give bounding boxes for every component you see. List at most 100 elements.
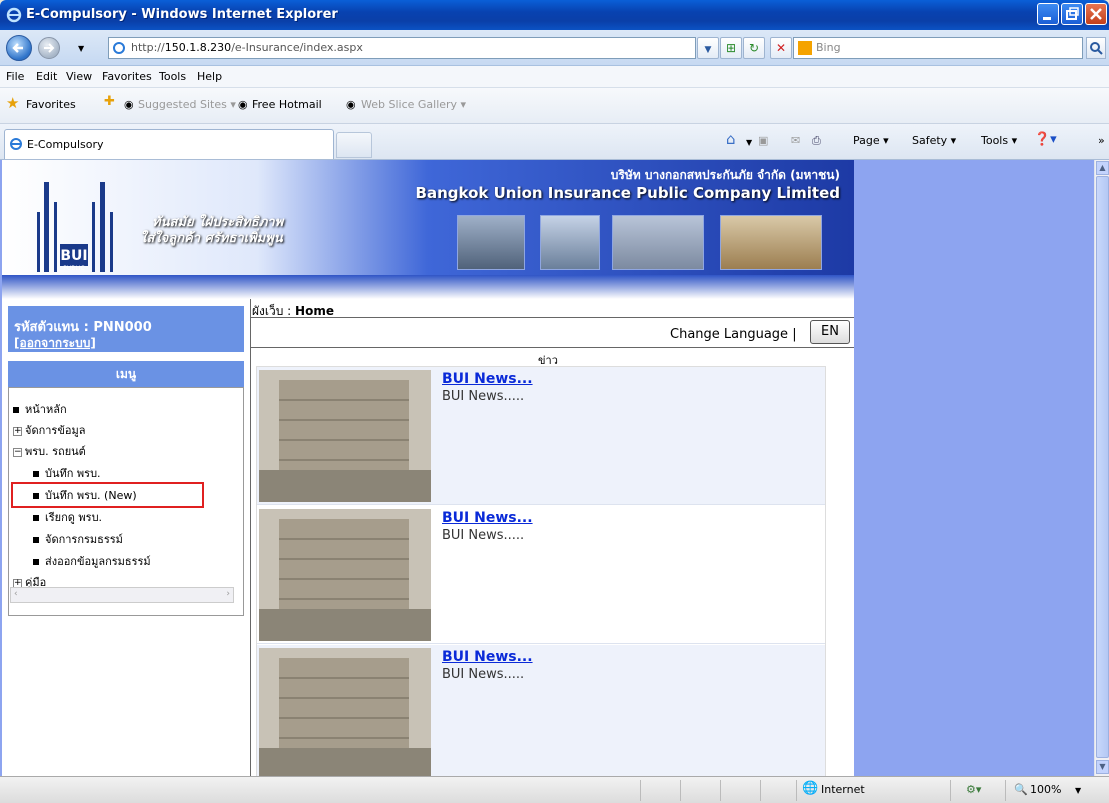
news-thumbnail [259, 509, 431, 641]
close-icon [1090, 8, 1102, 20]
address-input[interactable]: http://150.1.8.230/e-Insurance/index.asp… [108, 37, 696, 59]
menu-file[interactable]: File [6, 70, 24, 83]
menu-item-export-policy[interactable]: ส่งออกข้อมูลกรมธรรม์ [33, 552, 151, 570]
menu-item-view[interactable]: เรียกดู พรบ. [33, 508, 102, 526]
chevron-more-icon[interactable]: » [1098, 134, 1105, 147]
menu-item-home[interactable]: หน้าหลัก [13, 400, 67, 418]
scroll-right-icon[interactable]: › [226, 589, 230, 599]
banner-stripe [2, 275, 854, 299]
expand-icon[interactable]: + [13, 426, 22, 436]
address-dropdown-button[interactable]: ▼ [697, 37, 719, 59]
search-input[interactable]: Bing [793, 37, 1083, 59]
close-window-button[interactable] [1085, 3, 1107, 25]
stop-button[interactable]: ✕ [770, 37, 792, 59]
menu-view[interactable]: View [66, 70, 92, 83]
web-page: BUI PUBLIC ทันสมัย ใฝ่ประสิทธิภาพ ใส่ใจล… [2, 160, 854, 776]
bullet-icon [33, 471, 39, 477]
divider [250, 317, 854, 318]
favorites-bar: ★ Favorites ✚ ◉ Suggested Sites ▾ ◉ Free… [0, 88, 1109, 124]
menu-item-compulsory[interactable]: − พรบ. รถยนต์ [13, 442, 86, 460]
divider [720, 780, 721, 801]
arrow-right-icon [44, 43, 55, 53]
refresh-icon: ↻ [748, 41, 760, 55]
menu-favorites[interactable]: Favorites [102, 70, 152, 83]
bing-icon [798, 41, 812, 55]
restore-button[interactable] [1061, 3, 1083, 25]
internet-explorer-icon [10, 138, 22, 150]
refresh-button[interactable]: ↻ [743, 37, 765, 59]
news-summary: BUI News..... [442, 528, 525, 543]
back-button[interactable] [6, 35, 32, 61]
menu-item-manage-policy[interactable]: จัดการกรมธรรม์ [33, 530, 123, 548]
fav-web-slice-gallery[interactable]: Web Slice Gallery ▾ [361, 98, 466, 111]
zoom-level[interactable]: 100% [1030, 783, 1061, 796]
add-favorite-icon[interactable]: ✚ [104, 94, 115, 109]
page-icon [113, 42, 125, 54]
menu-tools[interactable]: Tools [159, 70, 186, 83]
fav-suggested-sites[interactable]: Suggested Sites ▾ [138, 98, 236, 111]
logout-link[interactable]: [ออกจากระบบ] [14, 334, 96, 353]
bullet-icon [33, 515, 39, 521]
tab-e-compulsory[interactable]: E-Compulsory [4, 129, 334, 159]
divider [950, 780, 951, 801]
history-dropdown-icon[interactable]: ▼ [78, 44, 84, 53]
highlight-box [11, 482, 204, 508]
menu-edit[interactable]: Edit [36, 70, 57, 83]
mail-icon[interactable]: ✉ [791, 134, 800, 147]
search-button[interactable] [1086, 37, 1106, 59]
chevron-down-icon[interactable]: ▼ [1075, 786, 1081, 795]
print-icon[interactable]: ⎙ [812, 134, 821, 148]
scroll-left-icon[interactable]: ‹ [14, 589, 18, 599]
protected-mode-icon[interactable]: ⚙▾ [966, 783, 981, 796]
scroll-down-icon[interactable]: ▼ [1096, 760, 1109, 774]
favorites-button[interactable]: Favorites [26, 98, 76, 111]
page-menu[interactable]: Page ▾ [853, 134, 889, 147]
chevron-down-icon: ▼ [704, 45, 712, 55]
ie-page-icon: ◉ [238, 98, 248, 111]
chevron-down-icon[interactable]: ▼ [746, 138, 752, 147]
help-icon[interactable]: ❓▾ [1034, 132, 1057, 147]
menu-item-record[interactable]: บันทึก พรบ. [33, 464, 101, 482]
news-title-link[interactable]: BUI News... [442, 510, 533, 526]
slogan: ทันสมัย ใฝ่ประสิทธิภาพ ใส่ใจลูกค้า ศรัทธ… [140, 215, 284, 246]
address-url: http://150.1.8.230/e-Insurance/index.asp… [131, 41, 363, 54]
home-icon[interactable]: ⌂ [726, 130, 736, 148]
news-title-link[interactable]: BUI News... [442, 649, 533, 665]
news-title-link[interactable]: BUI News... [442, 371, 533, 387]
collapse-icon[interactable]: − [13, 447, 22, 457]
fav-free-hotmail[interactable]: Free Hotmail [252, 98, 322, 111]
breadcrumb: ผังเว็บ : Home [252, 304, 334, 318]
feeds-icon[interactable]: ▣ [758, 134, 768, 147]
compatibility-icon: ⊞ [725, 41, 737, 55]
language-en-button[interactable]: EN [810, 320, 850, 344]
svg-text:BUI: BUI [60, 248, 87, 264]
minimize-button[interactable] [1037, 3, 1059, 25]
window-title: E-Compulsory - Windows Internet Explorer [26, 7, 338, 22]
page-vertical-scrollbar[interactable]: ▲ ▼ [1094, 160, 1109, 776]
favorites-star-icon: ★ [6, 94, 20, 112]
forward-button[interactable] [38, 37, 60, 59]
news-summary: BUI News..... [442, 389, 525, 404]
address-bar: ▼ http://150.1.8.230/e-Insurance/index.a… [0, 30, 1109, 66]
divider [1005, 780, 1006, 801]
safety-menu[interactable]: Safety ▾ [912, 134, 956, 147]
bullet-icon [33, 559, 39, 565]
news-summary: BUI News..... [442, 667, 525, 682]
scrollbar-thumb[interactable] [1096, 176, 1109, 758]
globe-icon: 🌐 [802, 781, 819, 796]
change-language-label: Change Language | [670, 327, 797, 342]
ie-page-icon: ◉ [124, 98, 134, 111]
zoom-icon[interactable]: 🔍 [1014, 783, 1028, 796]
search-icon [1090, 42, 1103, 55]
arrow-left-icon [12, 43, 23, 53]
menu-help[interactable]: Help [197, 70, 222, 83]
menu-heading: เมนู [8, 361, 244, 387]
new-tab-button[interactable] [336, 132, 372, 158]
compatibility-view-button[interactable]: ⊞ [720, 37, 742, 59]
menu-horizontal-scrollbar[interactable]: ‹ › [10, 587, 234, 603]
banner-photo-harbor [540, 215, 600, 270]
news-thumbnail [259, 648, 431, 776]
menu-item-manage-data[interactable]: + จัดการข้อมูล [13, 421, 85, 439]
tools-menu[interactable]: Tools ▾ [981, 134, 1017, 147]
scroll-up-icon[interactable]: ▲ [1096, 161, 1109, 175]
